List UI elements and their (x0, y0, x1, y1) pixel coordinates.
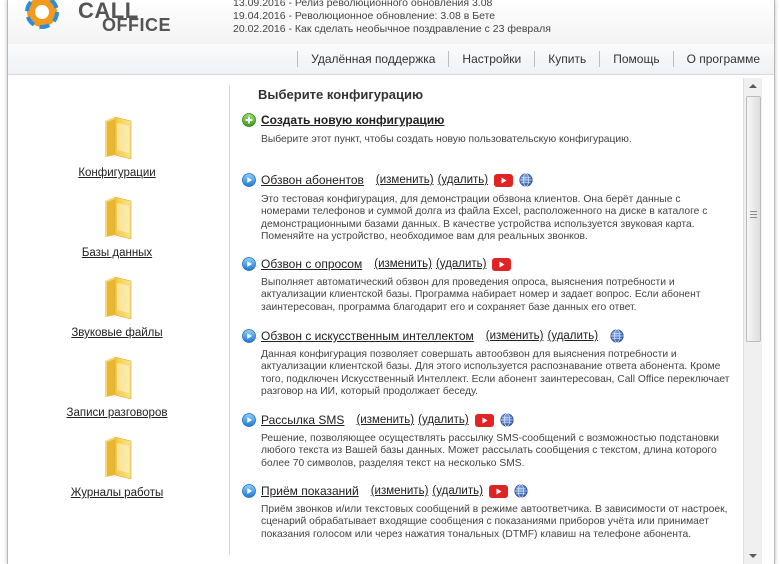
youtube-icon[interactable] (492, 258, 511, 271)
scroll-up-arrow-icon[interactable] (744, 78, 762, 94)
config-name-link[interactable]: Обзвон с опросом (261, 257, 362, 271)
config-row: Обзвон с опросом (изменить) (удалить) (242, 256, 511, 272)
header: CALL OFFICE 13.09.2016 - Релиз революцио… (8, 0, 774, 45)
configuration-panel: Выберите конфигурацию Создать новую конф… (234, 75, 736, 564)
delete-config-link[interactable]: (удалить) (436, 258, 487, 270)
logo-icon (25, 0, 59, 29)
nav-about[interactable]: О программе (687, 51, 760, 67)
news-list: 13.09.2016 - Релиз революционного обновл… (233, 0, 551, 36)
config-description: Данная конфигурация позволяет совершать … (261, 349, 730, 398)
config-name-link[interactable]: Обзвон абонентов (261, 173, 364, 187)
edit-config-link[interactable]: (изменить) (486, 330, 544, 342)
edit-config-link[interactable]: (изменить) (376, 174, 434, 186)
globe-icon[interactable] (519, 173, 533, 187)
sidebar-item-label[interactable]: Конфигурации (8, 167, 226, 179)
delete-config-link[interactable]: (удалить) (548, 330, 599, 342)
play-circle-icon[interactable] (242, 413, 256, 427)
config-name-link[interactable]: Рассылка SMS (261, 413, 344, 427)
sidebar-item-label[interactable]: Базы данных (8, 247, 226, 259)
scrollbar-grip-icon (750, 211, 757, 212)
create-config-description: Выберите этот пункт, чтобы создать новую… (261, 134, 632, 145)
config-name-link[interactable]: Обзвон с искусственным интеллектом (261, 329, 474, 343)
nav-separator (672, 51, 674, 67)
news-item[interactable]: 13.09.2016 - Релиз революционного обновл… (233, 0, 551, 10)
folder-icon (103, 433, 135, 479)
news-item[interactable]: 20.02.2016 - Как сделать необычное поздр… (233, 23, 551, 36)
delete-config-link[interactable]: (удалить) (432, 485, 483, 497)
play-circle-icon[interactable] (242, 257, 256, 271)
scroll-down-arrow-icon[interactable] (744, 548, 762, 564)
config-row: Обзвон с искусственным интеллектом (изме… (242, 328, 624, 344)
globe-icon[interactable] (500, 413, 514, 427)
youtube-icon[interactable] (494, 174, 513, 187)
sidebar-item-label[interactable]: Звуковые файлы (8, 327, 226, 339)
divider (229, 85, 230, 555)
page-title: Выберите конфигурацию (258, 87, 424, 102)
top-navigation: Удалённая поддержка Настройки Купить Пом… (8, 44, 774, 75)
edit-config-link[interactable]: (изменить) (371, 485, 429, 497)
play-circle-icon[interactable] (242, 173, 256, 187)
folder-icon (103, 273, 135, 319)
folder-icon (103, 113, 135, 159)
folder-icon (103, 193, 135, 239)
play-circle-icon[interactable] (242, 484, 256, 498)
scrollbar-thumb[interactable] (746, 96, 761, 342)
create-config-row: Создать новую конфигурацию (242, 112, 444, 128)
folder-icon (103, 353, 135, 399)
nav-buy[interactable]: Купить (548, 51, 586, 67)
config-description: Это тестовая конфигурация, для демонстра… (261, 194, 708, 243)
config-description: Решение, позволяющее осуществлять рассыл… (261, 433, 719, 469)
create-config-link[interactable]: Создать новую конфигурацию (261, 113, 444, 127)
nav-remote-support[interactable]: Удалённая поддержка (311, 51, 435, 67)
nav-help[interactable]: Помощь (613, 51, 659, 67)
nav-settings[interactable]: Настройки (462, 51, 521, 67)
globe-icon[interactable] (514, 484, 528, 498)
config-row: Обзвон абонентов (изменить) (удалить) (242, 172, 533, 188)
config-name-link[interactable]: Приём показаний (261, 484, 359, 498)
news-item[interactable]: 19.04.2016 - Революционное обновление: 3… (233, 10, 551, 23)
sidebar: Конфигурации Базы данных Звуковые файлы … (8, 75, 226, 564)
delete-config-link[interactable]: (удалить) (438, 174, 489, 186)
sidebar-item-label[interactable]: Журналы работы (8, 487, 226, 499)
play-circle-icon[interactable] (242, 329, 256, 343)
app-window: CALL OFFICE 13.09.2016 - Релиз революцио… (7, 0, 775, 564)
edit-config-link[interactable]: (изменить) (374, 258, 432, 270)
globe-icon[interactable] (610, 329, 624, 343)
plus-circle-icon[interactable] (242, 113, 256, 127)
vertical-scrollbar[interactable] (743, 78, 762, 564)
config-description: Выполняет автоматический обзвон для пров… (261, 277, 701, 313)
edit-config-link[interactable]: (изменить) (356, 414, 414, 426)
config-description: Приём звонков и/или текстовых сообщений … (261, 504, 728, 540)
nav-separator (599, 51, 601, 67)
sidebar-item-label[interactable]: Записи разговоров (8, 407, 226, 419)
delete-config-link[interactable]: (удалить) (418, 414, 469, 426)
config-row: Рассылка SMS (изменить) (удалить) (242, 412, 514, 428)
config-row: Приём показаний (изменить) (удалить) (242, 483, 528, 499)
logo-wordmark: CALL OFFICE (78, 0, 178, 38)
nav-separator (448, 51, 450, 67)
youtube-icon[interactable] (489, 485, 508, 498)
nav-separator (534, 51, 536, 67)
logo-text-office: OFFICE (102, 15, 171, 35)
nav-separator (297, 51, 299, 67)
youtube-icon[interactable] (475, 414, 494, 427)
